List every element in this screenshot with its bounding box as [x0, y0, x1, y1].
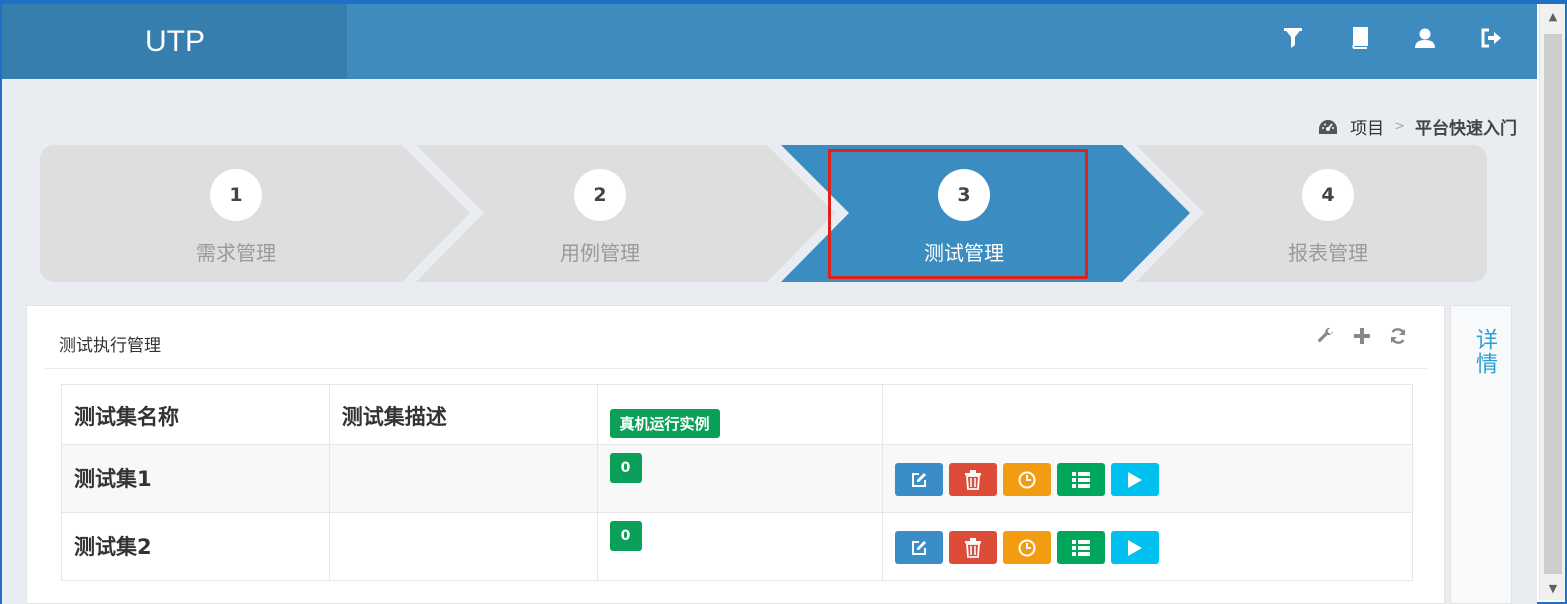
edit-icon — [912, 472, 927, 487]
panel-tools — [1316, 326, 1408, 346]
step-number: 2 — [574, 169, 626, 221]
table-row: 测试集1 0 — [61, 444, 1413, 513]
breadcrumb: 项目 > 平台快速入门 — [1318, 114, 1517, 139]
clock-icon — [1018, 539, 1036, 556]
instance-count-cell: 0 — [596, 444, 884, 513]
device-instance-badge: 真机运行实例 — [609, 409, 720, 438]
clock-icon — [1018, 471, 1036, 488]
list-icon — [1072, 471, 1091, 488]
edit-button[interactable] — [895, 531, 944, 564]
dashboard-icon — [1318, 119, 1338, 135]
list-icon — [1072, 539, 1091, 556]
step-test-cases[interactable]: 2 用例管理 — [500, 145, 700, 282]
scrollbar-thumb[interactable] — [1544, 34, 1562, 574]
play-icon — [1128, 539, 1143, 556]
filter-icon[interactable] — [1282, 26, 1304, 50]
step-label: 用例管理 — [560, 241, 640, 265]
breadcrumb-current: 平台快速入门 — [1415, 119, 1517, 139]
panel-divider — [45, 368, 1427, 369]
user-icon[interactable] — [1414, 26, 1436, 50]
vertical-scrollbar[interactable]: ▲ ▼ — [1539, 4, 1565, 600]
list-button[interactable] — [1057, 463, 1106, 496]
table-header-row: 测试集名称 测试集描述 真机运行实例 — [61, 384, 1413, 445]
col-header-device-instances: 真机运行实例 — [596, 384, 884, 445]
test-set-name[interactable]: 测试集2 — [61, 512, 330, 581]
wrench-icon[interactable] — [1316, 326, 1336, 346]
run-button[interactable] — [1111, 531, 1160, 564]
actions-cell — [882, 512, 1413, 581]
step-reports[interactable]: 4 报表管理 — [1228, 145, 1428, 282]
step-wizard: 1 需求管理 2 用例管理 3 测试管理 4 报表管理 — [40, 145, 1487, 282]
test-set-description — [328, 512, 598, 581]
col-header-name: 测试集名称 — [61, 384, 330, 445]
test-set-name[interactable]: 测试集1 — [61, 444, 330, 513]
step-label: 需求管理 — [196, 241, 276, 265]
step-label: 报表管理 — [1288, 241, 1368, 265]
scroll-down-icon[interactable]: ▼ — [1540, 578, 1566, 598]
trash-icon — [965, 469, 982, 490]
instance-count-cell: 0 — [596, 512, 884, 581]
brand-logo[interactable]: UTP — [2, 4, 347, 79]
table-row: 测试集2 0 — [61, 512, 1413, 581]
panel-title: 测试执行管理 — [59, 336, 161, 356]
refresh-icon[interactable] — [1388, 326, 1408, 346]
actions-cell — [882, 444, 1413, 513]
col-header-actions — [882, 384, 1413, 445]
instance-count-badge: 0 — [609, 521, 642, 551]
test-set-table: 测试集名称 测试集描述 真机运行实例 测试集1 0 测试集2 0 — [61, 384, 1413, 581]
test-set-description — [328, 444, 598, 513]
book-icon[interactable] — [1348, 26, 1370, 50]
list-button[interactable] — [1057, 531, 1106, 564]
col-header-description: 测试集描述 — [328, 384, 598, 445]
instance-count-badge: 0 — [609, 453, 642, 483]
step-number: 4 — [1302, 169, 1354, 221]
test-execution-panel: 测试执行管理 测试集名称 测试集描述 真机运行实例 测试集1 0 测试集2 0 — [26, 305, 1445, 604]
breadcrumb-root[interactable]: 项目 — [1350, 114, 1384, 139]
step-number: 1 — [210, 169, 262, 221]
details-tab-label: 详情 — [1472, 328, 1497, 376]
details-side-tab[interactable]: 详情 — [1450, 305, 1512, 604]
run-button[interactable] — [1111, 463, 1160, 496]
trash-icon — [965, 537, 982, 558]
highlight-box — [828, 149, 1088, 279]
logout-icon[interactable] — [1480, 26, 1502, 50]
edit-button[interactable] — [895, 463, 944, 496]
schedule-button[interactable] — [1003, 463, 1052, 496]
step-requirements[interactable]: 1 需求管理 — [136, 145, 336, 282]
edit-icon — [912, 540, 927, 555]
breadcrumb-separator: > — [1394, 119, 1405, 134]
top-header: UTP — [2, 4, 1537, 79]
delete-button[interactable] — [949, 531, 998, 564]
play-icon — [1128, 471, 1143, 488]
app-container: UTP 项目 > 平台快速入门 1 需求管理 2 用例管理 3 测试管理 4 报… — [2, 4, 1537, 604]
delete-button[interactable] — [949, 463, 998, 496]
schedule-button[interactable] — [1003, 531, 1052, 564]
scroll-up-icon[interactable]: ▲ — [1540, 6, 1566, 26]
plus-icon[interactable] — [1352, 326, 1372, 346]
